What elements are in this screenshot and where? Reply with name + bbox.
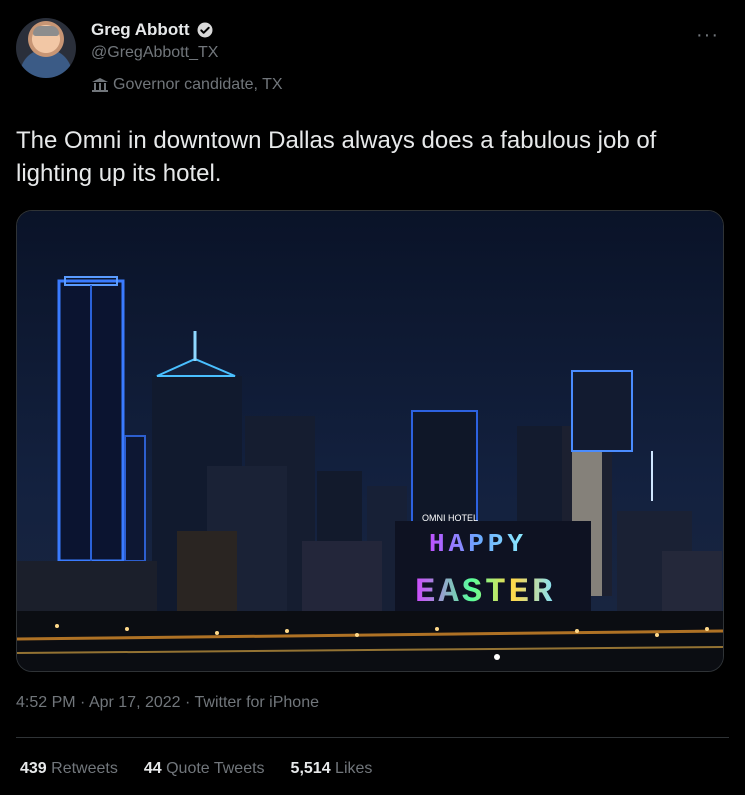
happy-display-text: HAPPY — [429, 529, 527, 559]
easter-display-text: EASTER — [415, 574, 555, 612]
quote-tweets-count: 44 — [143, 760, 162, 777]
tweet-date[interactable]: Apr 17, 2022 — [89, 694, 181, 711]
meta-separator: · — [185, 694, 191, 711]
dallas-skyline-photo: OMNI HOTEL HAPPY EASTER — [17, 211, 723, 671]
tweet-meta: 4:52 PM · Apr 17, 2022 · Twitter for iPh… — [16, 694, 319, 712]
tweet-text: The Omni in downtown Dallas always does … — [16, 127, 657, 187]
divider — [16, 737, 729, 738]
more-options-icon[interactable]: ··· — [696, 24, 719, 47]
tweet-source[interactable]: Twitter for iPhone — [195, 694, 320, 711]
retweets-count: 439 — [20, 760, 47, 777]
tweet-stats: 439 Retweets 44 Quote Tweets 5,514 Likes — [20, 760, 372, 778]
quote-tweets-label: Quote Tweets — [166, 760, 265, 777]
government-label[interactable]: Governor candidate, TX — [91, 76, 283, 94]
retweets-stat[interactable]: 439 Retweets — [20, 760, 118, 778]
likes-label: Likes — [335, 760, 373, 777]
author-name-row: Greg Abbott — [91, 20, 214, 40]
avatar[interactable] — [16, 18, 76, 78]
tweet-header: Greg Abbott @GregAbbott_TX Governor cand… — [16, 16, 729, 106]
omni-hotel-sign: OMNI HOTEL — [422, 513, 478, 523]
government-building-icon — [92, 78, 108, 92]
likes-stat[interactable]: 5,514 Likes — [291, 760, 373, 778]
meta-separator: · — [80, 694, 86, 711]
retweets-label: Retweets — [51, 760, 118, 777]
likes-count: 5,514 — [290, 760, 331, 777]
author-name[interactable]: Greg Abbott — [91, 20, 190, 40]
government-label-text: Governor candidate, TX — [113, 76, 283, 93]
quote-tweets-stat[interactable]: 44 Quote Tweets — [144, 760, 265, 778]
author-handle[interactable]: @GregAbbott_TX — [91, 44, 218, 62]
verified-badge-icon — [197, 22, 213, 38]
tweet-photo[interactable]: OMNI HOTEL HAPPY EASTER — [16, 210, 724, 672]
tweet-time[interactable]: 4:52 PM — [16, 694, 76, 711]
